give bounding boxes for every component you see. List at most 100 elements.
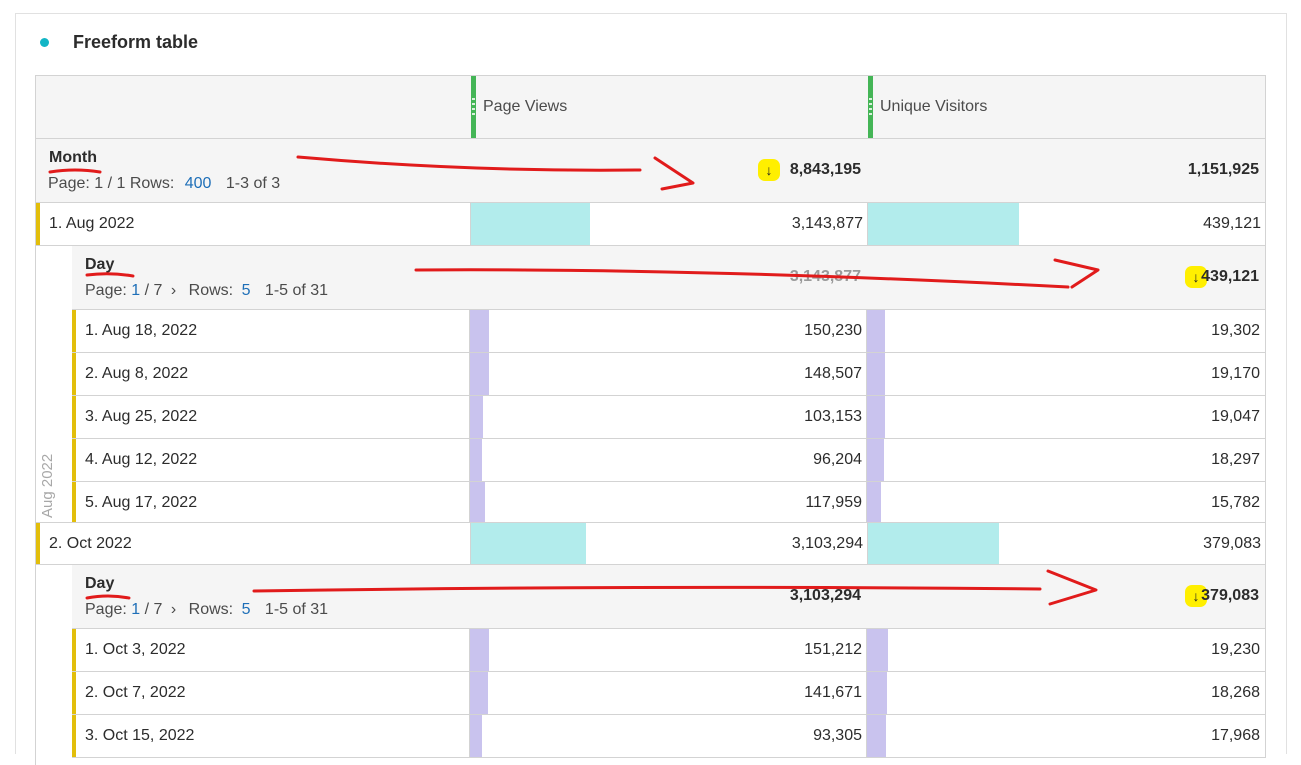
cell-value: 103,153 bbox=[804, 408, 862, 425]
table-row[interactable]: 3. Aug 25, 2022 103,153 19,047 bbox=[72, 396, 1266, 439]
row-label[interactable]: 1. Oct 3, 2022 bbox=[85, 641, 186, 659]
row-rail bbox=[36, 523, 40, 564]
dimension-header-day: Day Page: 1 / 7 › Rows: 5 1-5 of 31 3,14… bbox=[72, 246, 1266, 310]
cell-unique-visitors: 18,297 bbox=[866, 439, 1265, 481]
rows-label: Rows: bbox=[188, 282, 234, 299]
column-header-label: Unique Visitors bbox=[880, 98, 988, 115]
row-label[interactable]: 3. Oct 15, 2022 bbox=[85, 727, 194, 745]
cell-value: 17,968 bbox=[1211, 727, 1260, 744]
chevron-right-icon[interactable]: › bbox=[171, 282, 176, 299]
rows-label: Rows: bbox=[188, 601, 234, 618]
cell-unique-visitors: 18,268 bbox=[866, 672, 1265, 714]
cell-page-views: 103,153 bbox=[469, 396, 867, 438]
cell-page-views: 93,305 bbox=[469, 715, 867, 757]
value-bar bbox=[470, 439, 483, 481]
table-row[interactable]: 4. Aug 12, 2022 96,204 18,297 bbox=[72, 439, 1266, 482]
sort-descending-icon[interactable]: ↓ bbox=[758, 159, 780, 181]
column-header-label: Page Views bbox=[483, 98, 568, 115]
chevron-right-icon[interactable]: › bbox=[171, 601, 176, 618]
value-bar bbox=[867, 715, 887, 757]
column-header-unique-visitors[interactable]: Unique Visitors bbox=[868, 76, 1265, 138]
value-bar bbox=[867, 353, 885, 395]
table-row[interactable]: 5. Aug 17, 2022 117,959 15,782 bbox=[72, 482, 1266, 525]
cell-value: 148,507 bbox=[804, 365, 862, 382]
row-rail bbox=[36, 203, 40, 245]
table-row[interactable]: 1. Oct 3, 2022 151,212 19,230 bbox=[72, 629, 1266, 672]
cell-value: 19,170 bbox=[1211, 365, 1260, 382]
value-bar bbox=[470, 672, 488, 714]
page-current-input[interactable]: 1 bbox=[131, 282, 140, 299]
panel-title[interactable]: Freeform table bbox=[73, 32, 198, 53]
page-indicator: Page: 1 / 1 bbox=[48, 175, 126, 192]
value-bar bbox=[470, 715, 482, 757]
dimension-name[interactable]: Month bbox=[49, 149, 97, 167]
cell-unique-visitors: 17,968 bbox=[866, 715, 1265, 757]
row-rail bbox=[72, 439, 76, 481]
breakdown-content: Day Page: 1 / 7 › Rows: 5 1-5 of 31 3,14… bbox=[72, 246, 1266, 525]
table-row[interactable]: 1. Aug 18, 2022 150,230 19,302 bbox=[72, 310, 1266, 353]
rows-per-page-select[interactable]: 400 bbox=[185, 175, 212, 192]
dimension-name[interactable]: Day bbox=[85, 575, 114, 593]
row-range: 1-3 of 3 bbox=[225, 175, 281, 192]
total-unique-visitors: 379,083 bbox=[1201, 587, 1259, 604]
cell-value: 19,230 bbox=[1211, 641, 1260, 658]
column-drag-handle-icon[interactable] bbox=[471, 76, 476, 138]
cell-page-views: 3,103,294 bbox=[470, 523, 868, 564]
cell-page-views: 96,204 bbox=[469, 439, 867, 481]
row-label[interactable]: 5. Aug 17, 2022 bbox=[85, 494, 197, 512]
row-label[interactable]: 2. Oct 2022 bbox=[49, 535, 132, 553]
panel-header: Freeform table bbox=[16, 14, 1286, 72]
page-total: / 7 bbox=[144, 282, 163, 299]
table-row[interactable]: 3. Oct 15, 2022 93,305 17,968 bbox=[72, 715, 1266, 758]
page-total: / 7 bbox=[144, 601, 163, 618]
freeform-table: Page Views Unique Visitors Month Page: 1… bbox=[35, 75, 1266, 765]
value-bar bbox=[471, 203, 591, 245]
row-label[interactable]: 2. Aug 8, 2022 bbox=[85, 365, 188, 383]
cell-value: 141,671 bbox=[804, 684, 862, 701]
cell-page-views: 151,212 bbox=[469, 629, 867, 671]
cell-page-views: 141,671 bbox=[469, 672, 867, 714]
rows-label: Rows: bbox=[129, 175, 175, 192]
cell-page-views: 3,143,877 bbox=[470, 203, 868, 245]
table-row[interactable]: 1. Aug 2022 3,143,877 439,121 bbox=[35, 203, 1266, 246]
row-label[interactable]: 2. Oct 7, 2022 bbox=[85, 684, 186, 702]
cell-unique-visitors: 19,170 bbox=[866, 353, 1265, 395]
value-bar bbox=[470, 629, 490, 671]
total-unique-visitors: 439,121 bbox=[1201, 268, 1259, 285]
cell-value: 151,212 bbox=[804, 641, 862, 658]
pagination: Page: 1 / 7 › Rows: 5 1-5 of 31 bbox=[85, 282, 328, 300]
cell-value: 117,959 bbox=[805, 494, 862, 511]
column-drag-handle-icon[interactable] bbox=[868, 76, 873, 138]
row-rail bbox=[72, 715, 76, 757]
cell-value: 19,302 bbox=[1211, 322, 1260, 339]
page-label: Page: bbox=[85, 601, 127, 618]
pagination: Page: 1 / 1 Rows: 400 1-3 of 3 bbox=[48, 175, 280, 193]
cell-value: 439,121 bbox=[1203, 215, 1261, 232]
breakdown-oct-2022: Day Page: 1 / 7 › Rows: 5 1-5 of 31 3,10… bbox=[35, 565, 1266, 765]
breakdown-side-label: Aug 2022 bbox=[39, 453, 56, 518]
cell-value: 3,143,877 bbox=[791, 215, 863, 232]
panel-status-dot bbox=[40, 38, 49, 47]
cell-value: 3,103,294 bbox=[791, 535, 863, 552]
rows-per-page-select[interactable]: 5 bbox=[242, 282, 251, 299]
row-label[interactable]: 1. Aug 18, 2022 bbox=[85, 322, 197, 340]
page-current-input[interactable]: 1 bbox=[131, 601, 140, 618]
rows-per-page-select[interactable]: 5 bbox=[242, 601, 251, 618]
cell-unique-visitors: 19,230 bbox=[866, 629, 1265, 671]
dimension-name[interactable]: Day bbox=[85, 256, 114, 274]
value-bar bbox=[867, 396, 885, 438]
cell-value: 96,204 bbox=[813, 451, 862, 468]
table-row[interactable]: 2. Oct 2022 3,103,294 379,083 bbox=[35, 522, 1266, 565]
cell-unique-visitors: 439,121 bbox=[867, 203, 1266, 245]
breakdown-rows: 1. Aug 18, 2022 150,230 19,302 2. Aug 8, 20… bbox=[72, 310, 1266, 525]
row-label[interactable]: 3. Aug 25, 2022 bbox=[85, 408, 197, 426]
value-bar bbox=[867, 672, 887, 714]
cell-page-views: 117,959 bbox=[469, 482, 867, 524]
column-header-page-views[interactable]: Page Views bbox=[471, 76, 868, 138]
row-label[interactable]: 1. Aug 2022 bbox=[49, 215, 134, 233]
pagination: Page: 1 / 7 › Rows: 5 1-5 of 31 bbox=[85, 601, 328, 619]
row-label[interactable]: 4. Aug 12, 2022 bbox=[85, 451, 197, 469]
table-row[interactable]: 2. Aug 8, 2022 148,507 19,170 bbox=[72, 353, 1266, 396]
table-row[interactable]: 2. Oct 7, 2022 141,671 18,268 bbox=[72, 672, 1266, 715]
dimension-header-month: Month Page: 1 / 1 Rows: 400 1-3 of 3 ↓ 8… bbox=[35, 139, 1266, 203]
